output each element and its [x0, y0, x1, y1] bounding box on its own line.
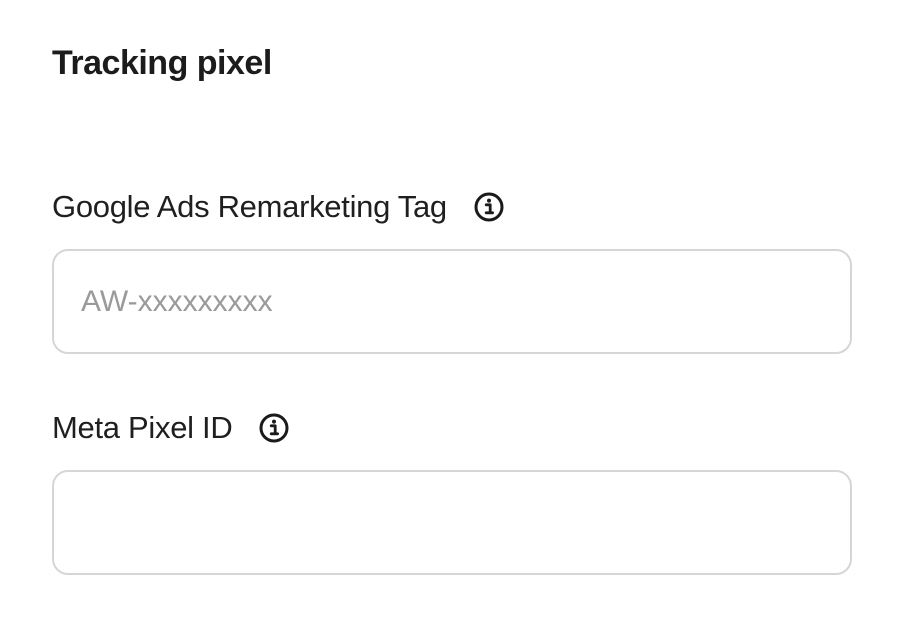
info-icon[interactable]	[473, 191, 505, 223]
info-icon[interactable]	[258, 412, 290, 444]
google-ads-field: Google Ads Remarketing Tag	[52, 187, 852, 354]
google-ads-label: Google Ads Remarketing Tag	[52, 189, 447, 224]
meta-pixel-field: Meta Pixel ID	[52, 408, 852, 575]
meta-pixel-input-box[interactable]	[52, 470, 852, 575]
google-ads-label-row: Google Ads Remarketing Tag	[52, 187, 852, 227]
section-title: Tracking pixel	[52, 44, 272, 82]
meta-pixel-input[interactable]	[81, 505, 823, 540]
google-ads-input-box[interactable]	[52, 249, 852, 354]
meta-pixel-label-row: Meta Pixel ID	[52, 408, 852, 448]
meta-pixel-label: Meta Pixel ID	[52, 410, 233, 445]
google-ads-input[interactable]	[81, 284, 823, 319]
